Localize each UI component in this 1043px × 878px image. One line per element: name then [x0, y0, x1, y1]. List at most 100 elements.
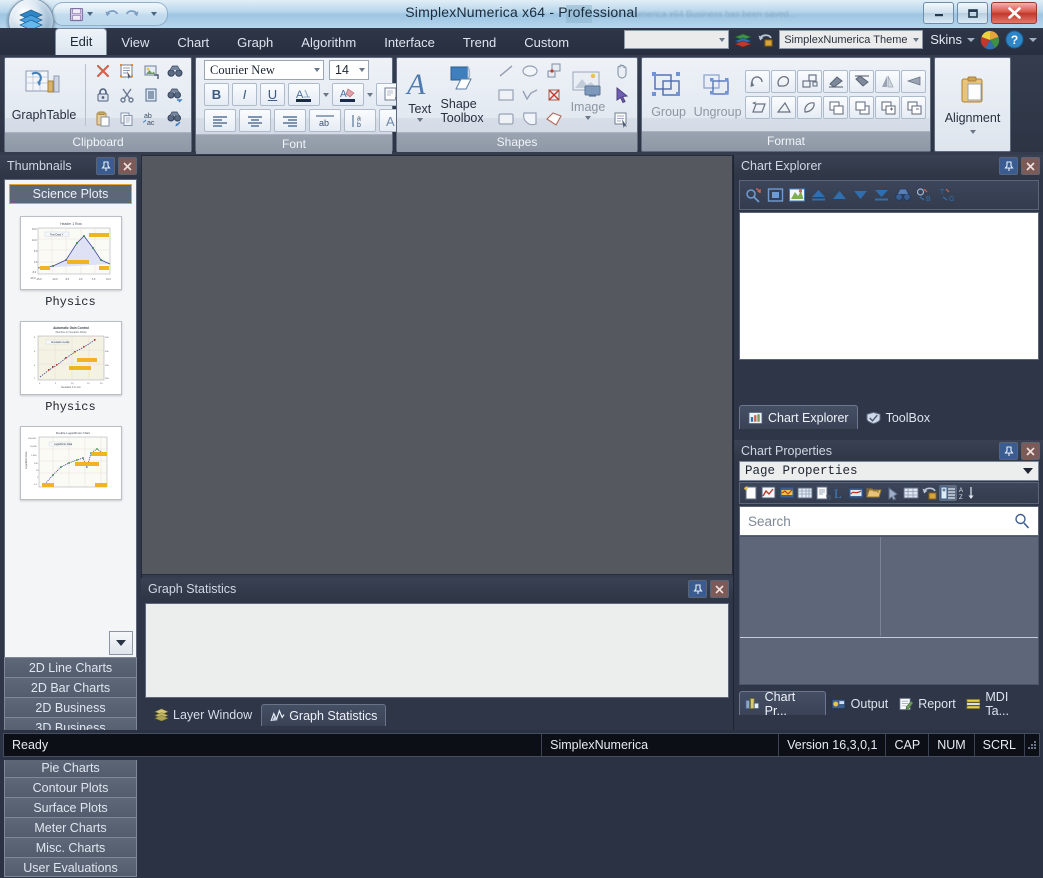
lock-icon[interactable]	[92, 84, 114, 106]
grid-props-icon[interactable]	[797, 485, 813, 501]
close-button[interactable]	[991, 2, 1037, 24]
tab-custom[interactable]: Custom	[510, 30, 583, 55]
axis-props-icon[interactable]	[779, 485, 795, 501]
polygon-icon[interactable]	[543, 108, 565, 130]
thumbnail-image[interactable]: Double Logarithmic Chart Logarithmic Dat…	[19, 426, 122, 500]
minimize-button[interactable]	[923, 2, 954, 24]
pin-icon[interactable]	[96, 157, 115, 175]
align-left-button[interactable]	[204, 109, 236, 132]
undo-icon[interactable]	[103, 6, 121, 22]
graph-table-button[interactable]: GraphTable	[9, 60, 79, 130]
pin-icon[interactable]	[688, 580, 707, 598]
arc-icon[interactable]	[519, 108, 541, 130]
skins-caret-icon[interactable]	[967, 37, 975, 42]
rotate-icon[interactable]	[745, 70, 770, 93]
tab-toolbox[interactable]: ToolBox	[858, 406, 938, 429]
shape-toolbox-button[interactable]: Shape Toolbox	[441, 60, 491, 130]
ribbon-combo-box[interactable]	[624, 30, 730, 49]
shear-icon[interactable]	[797, 96, 822, 119]
undo-style-icon[interactable]	[757, 32, 774, 48]
chart-explorer-tree[interactable]	[739, 212, 1039, 360]
bring-to-front-icon[interactable]	[823, 96, 848, 119]
sort-az-icon[interactable]: A Z	[959, 485, 975, 501]
tab-output[interactable]: Output	[826, 692, 894, 715]
flip-up-icon[interactable]	[849, 70, 874, 93]
category-meter-charts[interactable]: Meter Charts	[4, 817, 137, 837]
new-page-icon[interactable]	[743, 485, 759, 501]
hand-icon[interactable]	[611, 60, 633, 82]
category-surface-plots[interactable]: Surface Plots	[4, 797, 137, 817]
tab-interface[interactable]: Interface	[370, 30, 449, 55]
highlight-color-button[interactable]: A	[332, 83, 364, 106]
skins-label[interactable]: Skins	[928, 32, 962, 47]
font-color-button[interactable]: A	[288, 83, 320, 106]
fit-window-icon[interactable]	[767, 187, 784, 203]
find-next-icon[interactable]	[164, 84, 186, 106]
binoculars-icon[interactable]	[164, 60, 186, 82]
delete-shape-icon[interactable]	[543, 84, 565, 106]
align-right-button[interactable]	[274, 109, 306, 132]
tab-chart-properties[interactable]: Chart Pr...	[739, 690, 826, 718]
image-dropdown-caret-icon[interactable]	[584, 116, 591, 120]
connector-icon[interactable]	[543, 60, 565, 82]
mdi-workspace[interactable]	[141, 155, 733, 575]
palette-icon[interactable]	[980, 30, 1000, 50]
rotate-shape-icon[interactable]	[797, 70, 822, 93]
ungroup-button[interactable]: Ungroup	[693, 60, 742, 129]
tab-view[interactable]: View	[107, 30, 163, 55]
list-item[interactable]: Automatic Gain Control (Machine in Opera…	[5, 321, 136, 414]
copy-icon[interactable]	[116, 108, 138, 130]
binoculars-icon[interactable]	[894, 187, 912, 203]
page-props-icon[interactable]	[815, 485, 831, 501]
text-horizontal-button[interactable]: ab	[309, 109, 341, 132]
chart-properties-search[interactable]: Search	[739, 506, 1039, 536]
qat-more-caret-icon[interactable]	[151, 12, 157, 16]
triangle-scale-icon[interactable]	[771, 96, 796, 119]
skew-icon[interactable]	[745, 96, 770, 119]
application-orb-button[interactable]	[8, 0, 54, 28]
object-props-icon[interactable]	[885, 485, 901, 501]
categorized-icon[interactable]	[939, 485, 957, 501]
group-button[interactable]: Group	[647, 60, 690, 129]
chart-properties-grid[interactable]	[739, 536, 1039, 685]
chevron-down-icon[interactable]	[359, 68, 365, 72]
text-to-g-icon[interactable]: T G	[939, 187, 958, 203]
send-backward-icon[interactable]	[901, 96, 926, 119]
flip-vertical-icon[interactable]	[901, 70, 926, 93]
bold-button[interactable]: B	[204, 83, 229, 106]
scissors-icon[interactable]	[116, 84, 138, 106]
highlight-color-caret-icon[interactable]	[367, 92, 373, 97]
reset-props-icon[interactable]	[921, 485, 937, 501]
close-icon[interactable]	[1021, 157, 1040, 175]
rectangle-icon[interactable]	[495, 84, 517, 106]
replace-abac-icon[interactable]: ab ac	[140, 108, 162, 130]
chevron-down-icon[interactable]	[1023, 468, 1033, 474]
search-icon[interactable]	[1014, 513, 1030, 529]
copy-image-icon[interactable]	[140, 60, 162, 82]
category-header-science-plots[interactable]: Science Plots	[9, 184, 132, 204]
send-to-back-icon[interactable]	[849, 96, 874, 119]
tab-algorithm[interactable]: Algorithm	[287, 30, 370, 55]
free-rotate-icon[interactable]	[771, 70, 796, 93]
tab-mdi-tabs[interactable]: MDI Ta...	[961, 690, 1039, 718]
text-dropdown-caret-icon[interactable]	[416, 118, 423, 122]
category-pie-charts[interactable]: Pie Charts	[4, 757, 137, 777]
move-bottom-icon[interactable]	[873, 188, 890, 202]
thumbnails-scroll-down-button[interactable]	[109, 631, 133, 655]
tab-graph-statistics[interactable]: Graph Statistics	[261, 704, 387, 726]
bring-forward-icon[interactable]	[875, 96, 900, 119]
line-icon[interactable]	[495, 60, 517, 82]
tab-chart-explorer[interactable]: Chart Explorer	[739, 405, 858, 429]
italic-button[interactable]: I	[232, 83, 257, 106]
legend-l-icon[interactable]: L	[833, 485, 846, 501]
ellipse-icon[interactable]	[519, 60, 541, 82]
select-all-icon[interactable]	[116, 60, 138, 82]
rounded-rect-icon[interactable]	[495, 108, 517, 130]
category-misc-charts[interactable]: Misc. Charts	[4, 837, 137, 857]
resize-grip[interactable]	[1025, 739, 1039, 751]
move-top-icon[interactable]	[810, 188, 827, 202]
move-up-icon[interactable]	[831, 188, 848, 202]
tab-layer-window[interactable]: Layer Window	[145, 703, 261, 726]
table-props-icon[interactable]	[903, 485, 919, 501]
open-props-icon[interactable]	[866, 485, 883, 501]
